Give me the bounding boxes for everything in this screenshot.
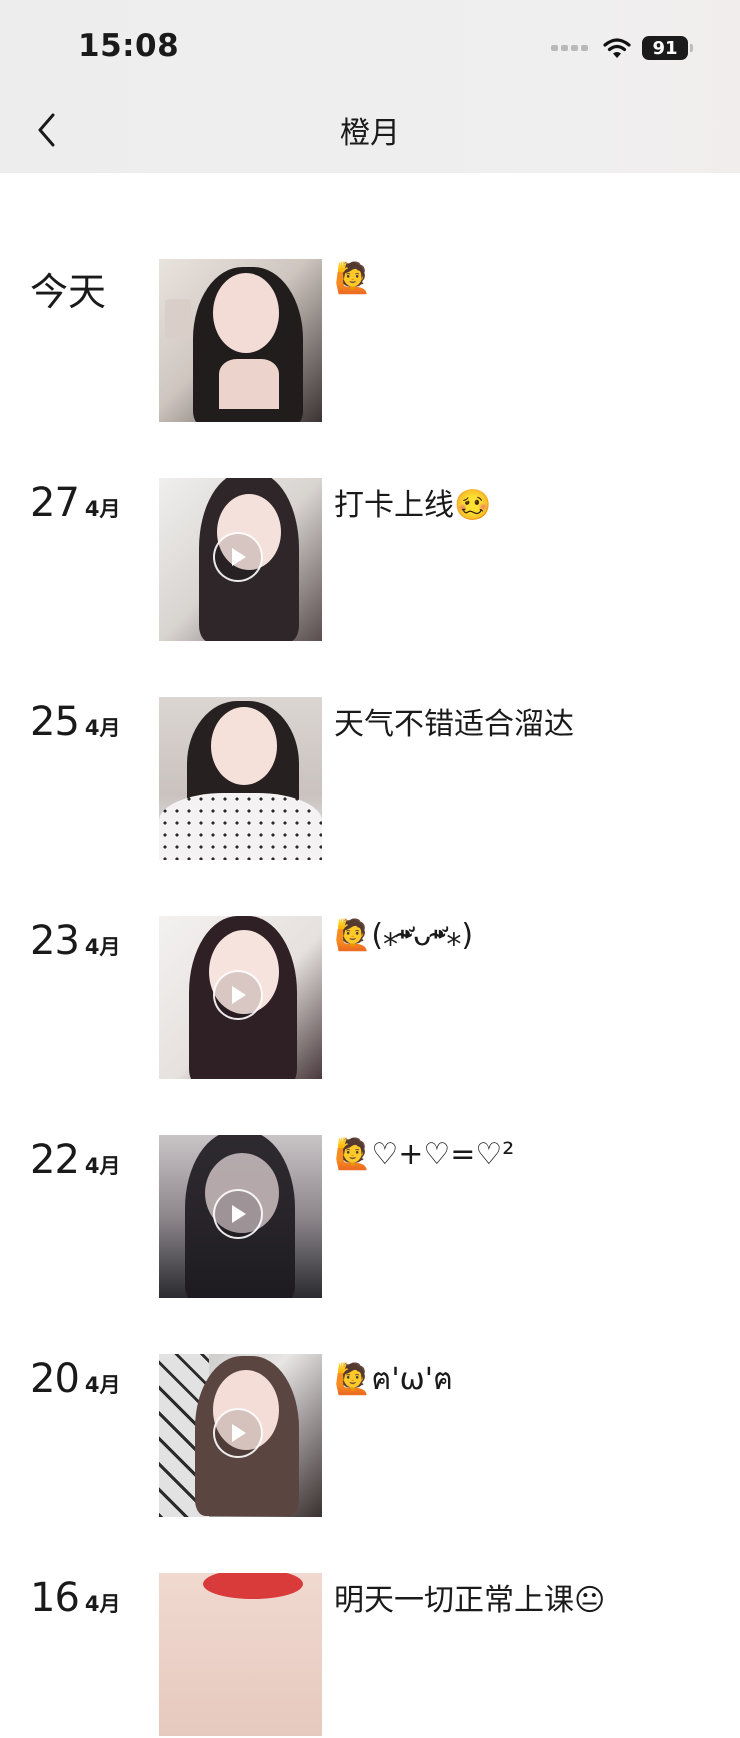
status-time: 15:08 (78, 28, 180, 64)
post-row[interactable]: 16 4月 明天一切正常上课😐 (0, 1573, 740, 1738)
play-icon (232, 1205, 246, 1223)
post-row[interactable]: 27 4月 打卡上线🥴 (0, 478, 740, 643)
post-day: 16 (30, 1575, 80, 1621)
play-button[interactable] (213, 1189, 263, 1239)
post-thumbnail[interactable] (159, 259, 322, 422)
status-indicators: 91 (551, 36, 693, 60)
post-month: 4月 (84, 1154, 121, 1178)
post-caption: 🙋♡+♡=♡² (334, 1137, 515, 1172)
play-icon (232, 1424, 246, 1442)
post-date: 今天 (30, 261, 106, 316)
post-thumbnail[interactable] (159, 478, 322, 641)
post-row[interactable]: 22 4月 🙋♡+♡=♡² (0, 1135, 740, 1300)
post-row[interactable]: 23 4月 🙋(⁎⁍̴̛ᴗ⁍̴̛⁎) (0, 916, 740, 1081)
post-date: 22 4月 (30, 1137, 121, 1183)
post-date: 20 4月 (30, 1356, 121, 1402)
play-icon (232, 548, 246, 566)
cellular-signal-icon (551, 45, 588, 51)
post-day: 25 (30, 699, 80, 745)
post-month: 4月 (84, 716, 121, 740)
post-date: 27 4月 (30, 480, 121, 526)
post-row[interactable]: 今天 🙋 (0, 259, 740, 424)
play-icon (232, 986, 246, 1004)
post-thumbnail[interactable] (159, 1573, 322, 1736)
post-date: 16 4月 (30, 1575, 121, 1621)
post-row[interactable]: 25 4月 天气不错适合溜达 (0, 697, 740, 862)
post-month: 4月 (84, 1373, 121, 1397)
post-thumbnail[interactable] (159, 1354, 322, 1517)
post-caption: 🙋ฅ'ω'ฅ (334, 1362, 454, 1397)
post-day: 22 (30, 1137, 80, 1183)
post-month: 4月 (84, 1592, 121, 1616)
post-day: 23 (30, 918, 80, 964)
play-button[interactable] (213, 1408, 263, 1458)
post-day: 今天 (30, 270, 107, 314)
post-date: 25 4月 (30, 699, 121, 745)
post-caption: 明天一切正常上课😐 (334, 1583, 606, 1618)
post-row[interactable]: 20 4月 🙋ฅ'ω'ฅ (0, 1354, 740, 1519)
post-month: 4月 (84, 935, 121, 959)
post-caption: 打卡上线🥴 (334, 488, 492, 523)
post-caption: 天气不错适合溜达 (334, 707, 574, 742)
top-bar: 15:08 91 橙月 (0, 0, 740, 173)
post-day: 20 (30, 1356, 80, 1402)
post-thumbnail[interactable] (159, 1135, 322, 1298)
post-caption: 🙋(⁎⁍̴̛ᴗ⁍̴̛⁎) (334, 918, 474, 953)
post-day: 27 (30, 480, 80, 526)
post-thumbnail[interactable] (159, 697, 322, 860)
battery-icon: 91 (642, 36, 693, 60)
post-month: 4月 (84, 497, 121, 521)
play-button[interactable] (213, 532, 263, 582)
wifi-icon (603, 38, 631, 58)
page-title: 橙月 (340, 116, 400, 151)
post-thumbnail[interactable] (159, 916, 322, 1079)
post-caption: 🙋 (334, 261, 372, 296)
play-button[interactable] (213, 970, 263, 1020)
post-date: 23 4月 (30, 918, 121, 964)
